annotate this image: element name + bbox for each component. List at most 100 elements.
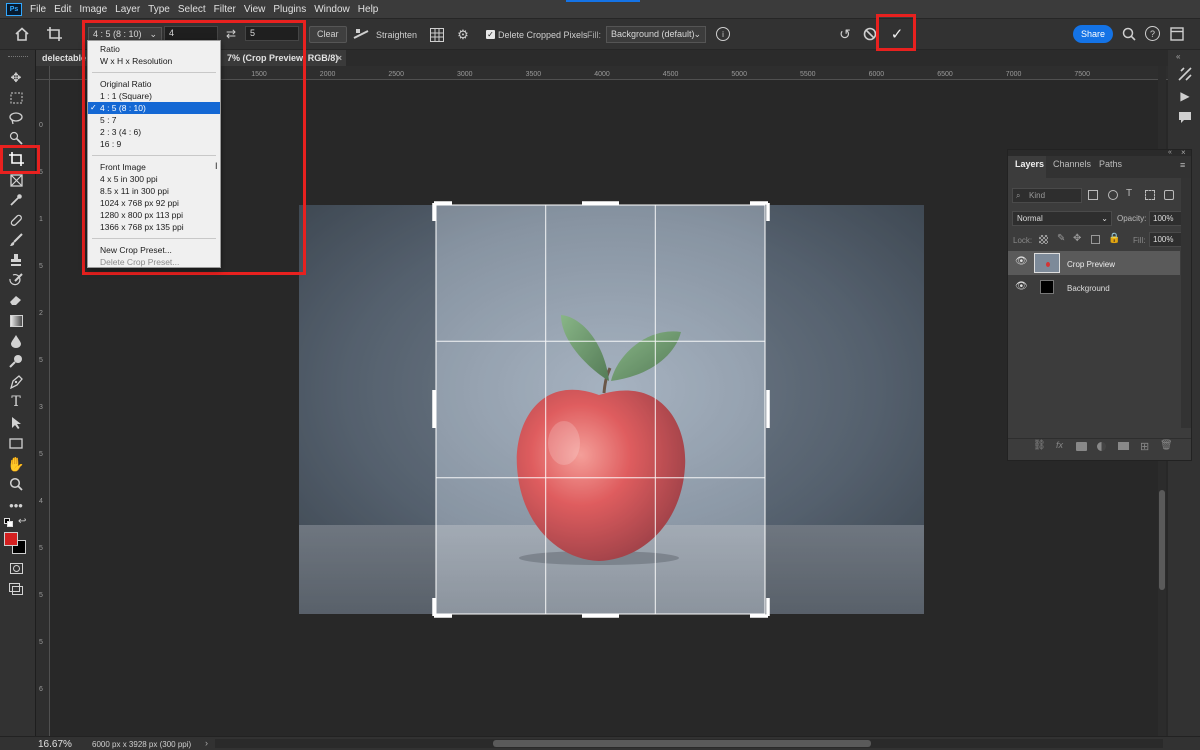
type-tool-icon[interactable]: T	[6, 393, 26, 411]
visibility-eye-icon[interactable]: 👁	[1015, 281, 1028, 292]
blur-tool-icon[interactable]	[6, 332, 26, 350]
crop-ratio-option[interactable]: 1280 x 800 px 113 ppi	[88, 209, 220, 221]
lock-transparency-icon[interactable]	[1039, 235, 1048, 244]
foreground-color-swatch[interactable]	[4, 532, 18, 546]
horizontal-scrollbar-thumb[interactable]	[493, 740, 871, 747]
document-tab-left[interactable]: delectable	[36, 50, 88, 66]
crop-tool-preset-icon[interactable]	[44, 25, 66, 43]
layer-name[interactable]: Crop Preview	[1067, 260, 1115, 269]
panel-close-icon[interactable]: ×	[1181, 148, 1186, 157]
fill-select[interactable]: Background (default) ⌄	[606, 26, 706, 43]
crop-ratio-option[interactable]: 1366 x 768 px 135 ppi	[88, 221, 220, 233]
filter-smart-object-icon[interactable]	[1164, 190, 1174, 200]
visibility-eye-icon[interactable]: 👁	[1015, 256, 1028, 267]
lock-all-icon[interactable]: 🔒	[1108, 233, 1120, 244]
crop-ratio-option[interactable]: W x H x Resolution	[88, 55, 220, 67]
panel-collapse-icon[interactable]: «	[1168, 149, 1172, 156]
share-button[interactable]: Share	[1073, 25, 1113, 43]
menu-edit[interactable]: Edit	[50, 4, 75, 15]
menu-filter[interactable]: Filter	[210, 4, 240, 15]
blend-mode-select[interactable]: Normal ⌄	[1012, 211, 1112, 226]
tab-channels[interactable]: Channels	[1053, 159, 1091, 169]
filter-pixel-icon[interactable]	[1088, 190, 1098, 200]
zoom-tool-icon[interactable]	[6, 475, 26, 493]
zoom-level[interactable]: 16.67%	[38, 739, 72, 750]
clear-button[interactable]: Clear	[309, 26, 347, 43]
new-group-folder-icon[interactable]	[1118, 442, 1129, 450]
link-layers-icon[interactable]: ⛓	[1033, 440, 1046, 451]
menu-help[interactable]: Help	[354, 4, 383, 15]
brush-tool-icon[interactable]	[6, 231, 26, 249]
crop-ratio-option[interactable]: 8.5 x 11 in 300 ppi	[88, 185, 220, 197]
eyedropper-tool-icon[interactable]	[6, 191, 26, 209]
close-tab-icon[interactable]: ×	[337, 50, 342, 66]
crop-ratio-option[interactable]: 4 x 5 in 300 ppi	[88, 173, 220, 185]
layer-style-fx-icon[interactable]: fx	[1056, 440, 1063, 450]
swap-colors-icon[interactable]: ↩	[18, 516, 26, 527]
menu-view[interactable]: View	[240, 4, 270, 15]
adjustment-layer-icon[interactable]	[1097, 442, 1106, 451]
add-mask-icon[interactable]	[1076, 442, 1087, 451]
crop-ratio-option[interactable]: 1024 x 768 px 92 ppi	[88, 197, 220, 209]
info-icon[interactable]: i	[716, 27, 730, 41]
crop-settings-gear-icon[interactable]: ⚙	[454, 26, 472, 44]
menu-plugins[interactable]: Plugins	[269, 4, 310, 15]
comments-icon[interactable]	[1176, 109, 1194, 125]
eraser-tool-icon[interactable]	[6, 291, 26, 309]
straighten-label[interactable]: Straighten	[376, 30, 417, 40]
libraries-icon[interactable]	[1176, 66, 1194, 82]
rectangle-tool-icon[interactable]	[6, 434, 26, 452]
tab-layers[interactable]: Layers	[1015, 159, 1044, 169]
crop-box[interactable]	[432, 200, 770, 619]
layer-name[interactable]: Background	[1067, 284, 1110, 293]
overlay-grid-icon[interactable]	[428, 26, 446, 44]
help-icon[interactable]: ?	[1145, 26, 1160, 41]
vertical-scrollbar-thumb[interactable]	[1159, 490, 1165, 590]
crop-ratio-option[interactable]: New Crop Preset...	[88, 244, 220, 256]
crop-ratio-option[interactable]: Original Ratio	[88, 78, 220, 90]
play-icon[interactable]: ▶	[1176, 88, 1194, 104]
delete-cropped-checkbox[interactable]: ✓	[486, 30, 495, 39]
document-info[interactable]: 6000 px x 3928 px (300 ppi)	[92, 740, 191, 749]
path-selection-tool-icon[interactable]	[6, 414, 26, 432]
crop-ratio-option[interactable]: 1 : 1 (Square)	[88, 90, 220, 102]
edit-toolbar-icon[interactable]: •••	[6, 496, 26, 514]
gradient-tool-icon[interactable]	[6, 312, 26, 330]
move-tool-icon[interactable]: ✥	[6, 69, 26, 87]
filter-type-icon[interactable]: T	[1126, 188, 1132, 199]
filter-adjustment-icon[interactable]	[1108, 190, 1118, 200]
screen-mode-icon[interactable]	[6, 580, 26, 598]
menu-select[interactable]: Select	[174, 4, 210, 15]
history-brush-tool-icon[interactable]	[6, 271, 26, 289]
crop-ratio-option[interactable]: 2 : 3 (4 : 6)	[88, 126, 220, 138]
tab-paths[interactable]: Paths	[1099, 159, 1122, 169]
quick-mask-icon[interactable]	[6, 559, 26, 577]
hand-tool-icon[interactable]: ✋	[6, 455, 26, 473]
default-colors-icon[interactable]	[4, 518, 13, 527]
lock-position-icon[interactable]: ✥	[1073, 233, 1081, 244]
crop-ratio-option[interactable]: 5 : 7	[88, 114, 220, 126]
healing-brush-tool-icon[interactable]	[6, 211, 26, 229]
crop-ratio-option[interactable]: 4 : 5 (8 : 10) ✓	[88, 102, 220, 114]
new-layer-icon[interactable]: ⊞	[1140, 440, 1149, 453]
menu-type[interactable]: Type	[144, 4, 174, 15]
menu-image[interactable]: Image	[75, 4, 111, 15]
dodge-tool-icon[interactable]	[6, 352, 26, 370]
crop-ratio-option[interactable]: Front Image	[88, 161, 220, 173]
lock-image-icon[interactable]: ✎	[1057, 233, 1065, 244]
menu-window[interactable]: Window	[310, 4, 354, 15]
lock-artboard-icon[interactable]	[1091, 235, 1100, 244]
menu-file[interactable]: File	[26, 4, 50, 15]
filter-kind-select[interactable]: ⌕ Kind	[1012, 188, 1082, 203]
lasso-tool-icon[interactable]	[6, 109, 26, 127]
pen-tool-icon[interactable]	[6, 373, 26, 391]
status-menu-chevron-icon[interactable]: ›	[205, 738, 208, 748]
home-icon[interactable]	[12, 25, 32, 43]
dock-collapse-icon[interactable]: «	[1176, 52, 1180, 61]
straighten-icon[interactable]	[352, 26, 370, 42]
workspace-icon[interactable]	[1168, 25, 1186, 43]
panel-menu-icon[interactable]: ≡	[1180, 160, 1185, 170]
filter-shape-icon[interactable]	[1145, 190, 1155, 200]
marquee-tool-icon[interactable]	[6, 89, 26, 107]
menu-layer[interactable]: Layer	[111, 4, 144, 15]
